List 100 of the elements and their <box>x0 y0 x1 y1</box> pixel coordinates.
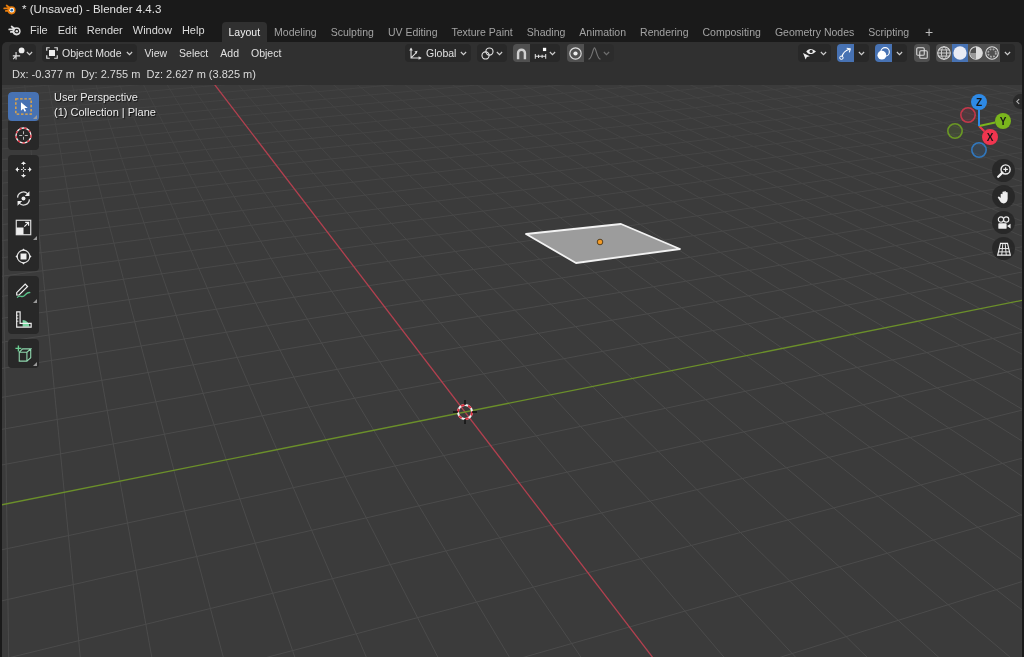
context-label: (1) Collection | Plane <box>54 106 156 118</box>
negative-axis-handle[interactable] <box>947 123 963 139</box>
magnet-icon <box>515 46 529 60</box>
workspace-tab[interactable]: Sculpting <box>323 22 381 42</box>
chevron-down-icon <box>26 50 33 56</box>
menu-item[interactable]: Select <box>173 47 215 59</box>
negative-axis-handle[interactable] <box>971 142 987 158</box>
corner-triangle-icon <box>33 362 37 366</box>
workspace-tab[interactable]: Modeling <box>267 22 324 42</box>
grid-icon <box>996 241 1011 256</box>
axes-icon <box>12 46 25 60</box>
measure-tool[interactable] <box>8 305 39 334</box>
menu-item[interactable]: Window <box>127 24 177 36</box>
curved-arrow-icon <box>839 46 852 60</box>
add-workspace-button[interactable]: + <box>920 22 939 42</box>
chevron-down-icon <box>125 50 133 56</box>
framed-square-icon <box>46 47 58 59</box>
workspace-tab[interactable]: UV Editing <box>380 22 445 42</box>
chevron-down-icon <box>460 50 468 56</box>
axis-handle[interactable]: Y <box>995 113 1011 129</box>
ruler-protractor-icon <box>15 311 32 328</box>
cursor-tool[interactable] <box>8 121 39 150</box>
shading-mode-button[interactable] <box>952 44 968 62</box>
snap-toggle[interactable] <box>513 44 531 62</box>
shading-dropdown[interactable] <box>1000 44 1015 62</box>
mode-dropdown[interactable]: Object Mode <box>42 44 137 62</box>
move-tool[interactable] <box>8 155 39 184</box>
workspace-tab[interactable]: Texture Paint <box>444 22 520 42</box>
proportional-editing-toggle[interactable] <box>567 44 585 62</box>
menu-item[interactable]: Add <box>214 47 245 59</box>
chevron-down-icon <box>820 50 827 56</box>
gizmo-dropdown[interactable] <box>854 44 869 62</box>
chevron-left-icon <box>1015 98 1020 105</box>
curve-icon <box>588 46 602 60</box>
origin-dot-icon <box>596 238 604 246</box>
chevron-down-icon <box>496 50 504 56</box>
chevron-down-icon <box>858 50 865 56</box>
dashed-select-icon <box>15 98 32 115</box>
negative-axis-handle[interactable] <box>960 107 976 123</box>
select-box-tool[interactable] <box>8 92 39 121</box>
solid-sphere-icon <box>953 46 967 60</box>
shading-mode-button[interactable] <box>984 44 1000 62</box>
stacked-squares-icon <box>916 47 928 59</box>
menu-item[interactable]: Object <box>245 47 288 59</box>
orientation-axes-icon <box>409 46 423 60</box>
shading-mode-button[interactable] <box>936 44 952 62</box>
xray-toggle[interactable] <box>914 44 930 62</box>
visibility-dropdown[interactable] <box>798 44 831 62</box>
ring-dot-icon <box>569 46 583 60</box>
transform-tool[interactable] <box>8 242 39 271</box>
orientation-dropdown[interactable]: Global <box>405 44 472 62</box>
workspace-tab[interactable]: Scripting <box>861 22 917 42</box>
move-arrows-icon <box>15 161 32 178</box>
cursor-crosshair-icon[interactable] <box>452 399 478 425</box>
menu-item[interactable]: Help <box>176 24 210 36</box>
ruler-icon <box>534 46 548 60</box>
rotate-icon <box>15 190 32 207</box>
workspace-tab[interactable]: Animation <box>572 22 634 42</box>
scale-icon <box>15 219 32 236</box>
axis-handle[interactable]: X <box>982 129 998 145</box>
pivot-point-dropdown[interactable] <box>477 44 508 62</box>
shading-mode-button[interactable] <box>968 44 984 62</box>
workspace-tab[interactable]: Compositing <box>695 22 768 42</box>
chevron-down-icon <box>896 50 903 56</box>
linked-rings-icon <box>481 46 495 60</box>
menu-item[interactable]: Render <box>81 24 128 36</box>
corner-triangle-icon <box>33 115 37 119</box>
cursor-target-icon <box>15 127 32 144</box>
plane-mesh[interactable] <box>525 223 681 264</box>
status-text: Dx: -0.377 m Dy: 2.755 m Dz: 2.627 m (3.825 m) <box>12 67 256 80</box>
eye-cursor-icon <box>802 46 817 60</box>
axis-handle[interactable]: Z <box>971 94 987 110</box>
snap-target-dropdown[interactable] <box>530 44 561 62</box>
menu-item[interactable]: Edit <box>52 24 82 36</box>
editor-type-dropdown[interactable] <box>9 44 36 62</box>
overlapping-circles-icon <box>877 46 890 60</box>
logo-icon <box>3 3 16 15</box>
menu-item[interactable]: View <box>138 47 174 59</box>
camera-icon <box>996 215 1011 230</box>
chevron-down-icon <box>603 50 611 56</box>
workspace-tab[interactable]: Rendering <box>633 22 696 42</box>
gizmo-toggle[interactable] <box>837 44 854 62</box>
annotate-tool[interactable] <box>8 276 39 305</box>
overlay-toggle[interactable] <box>875 44 892 62</box>
chevron-down-icon <box>549 50 557 56</box>
sidebar-toggle[interactable] <box>1013 94 1022 109</box>
workspace-tab[interactable]: Geometry Nodes <box>767 22 862 42</box>
chevron-down-icon <box>1004 50 1011 56</box>
menu-item[interactable]: File <box>25 24 53 36</box>
window-title: * (Unsaved) - Blender 4.4.3 <box>22 3 162 15</box>
hand-icon <box>996 189 1011 204</box>
workspace-tab[interactable]: Layout <box>221 22 268 42</box>
add-cube-tool[interactable] <box>8 339 39 368</box>
logo-icon[interactable] <box>8 24 21 36</box>
transform-icon <box>15 248 32 265</box>
material-sphere-icon <box>969 46 983 60</box>
overlay-dropdown[interactable] <box>892 44 907 62</box>
view-name-label: User Perspective <box>54 91 139 103</box>
workspace-tab[interactable]: Shading <box>519 22 573 42</box>
corner-triangle-icon <box>33 299 37 303</box>
